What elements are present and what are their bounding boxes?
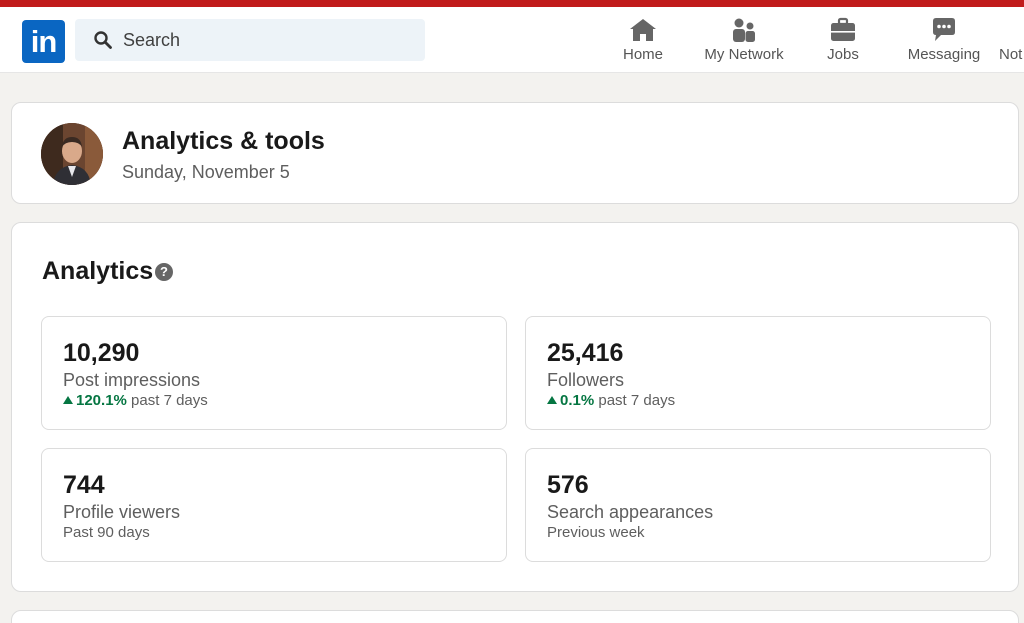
page-title: Analytics & tools <box>122 127 325 155</box>
linkedin-logo[interactable]: in <box>22 20 65 63</box>
stat-value: 576 <box>547 471 589 499</box>
stat-value: 25,416 <box>547 339 624 367</box>
nav-label-jobs: Jobs <box>827 46 859 63</box>
stat-label: Profile viewers <box>63 502 181 522</box>
nav-label-home: Home <box>622 46 663 63</box>
stat-change: 120.1% <box>76 392 127 409</box>
notifications-icon <box>999 17 1024 43</box>
nav-item-my-network[interactable]: My Network <box>700 17 788 67</box>
nav-item-home[interactable]: Home <box>617 17 669 67</box>
nav-label-notifications: Not <box>999 46 1023 63</box>
page-date: Sunday, November 5 <box>122 162 290 182</box>
nav-item-messaging[interactable]: Messaging <box>903 17 985 67</box>
analytics-title: Analytics <box>42 257 154 285</box>
stat-label: Search appearances <box>547 502 714 522</box>
analytics-tools-header-card: Analytics & tools Sunday, November 5 <box>11 102 1019 204</box>
nav-label-messaging: Messaging <box>907 46 981 63</box>
stat-period: Previous week <box>547 524 645 541</box>
search-icon <box>94 31 112 49</box>
search-input[interactable] <box>123 19 413 61</box>
stat-change: 0.1% <box>560 392 595 409</box>
stat-period: Past 90 days <box>63 524 150 541</box>
search-box[interactable] <box>75 19 425 61</box>
stat-profile-viewers[interactable]: 744 Profile viewers Past 90 days <box>41 448 507 562</box>
help-icon[interactable]: ? <box>155 263 173 281</box>
nav-item-notifications[interactable]: Not <box>999 17 1024 67</box>
nav-item-jobs[interactable]: Jobs <box>820 17 866 67</box>
browser-top-stripe <box>0 0 1024 7</box>
stat-label: Post impressions <box>63 370 201 390</box>
home-icon <box>630 19 656 41</box>
stat-trend: 0.1% past 7 days <box>547 392 675 409</box>
stat-search-appearances[interactable]: 576 Search appearances Previous week <box>525 448 991 562</box>
analytics-card: Analytics ? 10,290 Post impressions 120.… <box>11 222 1019 592</box>
next-card <box>11 610 1019 623</box>
network-icon <box>733 18 755 42</box>
stat-followers[interactable]: 25,416 Followers 0.1% past 7 days <box>525 316 991 430</box>
stat-trend: 120.1% past 7 days <box>63 392 208 409</box>
stat-label: Followers <box>547 370 625 390</box>
avatar[interactable] <box>41 123 103 185</box>
nav-label-my-network: My Network <box>704 46 784 63</box>
stat-value: 744 <box>63 471 105 499</box>
trend-up-icon <box>547 396 557 404</box>
stat-post-impressions[interactable]: 10,290 Post impressions 120.1% past 7 da… <box>41 316 507 430</box>
messaging-icon <box>933 18 955 41</box>
stat-period: past 7 days <box>131 392 208 409</box>
global-nav: in Home My Network Jobs <box>0 7 1024 73</box>
stat-value: 10,290 <box>63 339 140 367</box>
trend-up-icon <box>63 396 73 404</box>
briefcase-icon <box>831 17 855 41</box>
avatar-photo <box>41 123 103 185</box>
stat-period: past 7 days <box>598 392 676 409</box>
